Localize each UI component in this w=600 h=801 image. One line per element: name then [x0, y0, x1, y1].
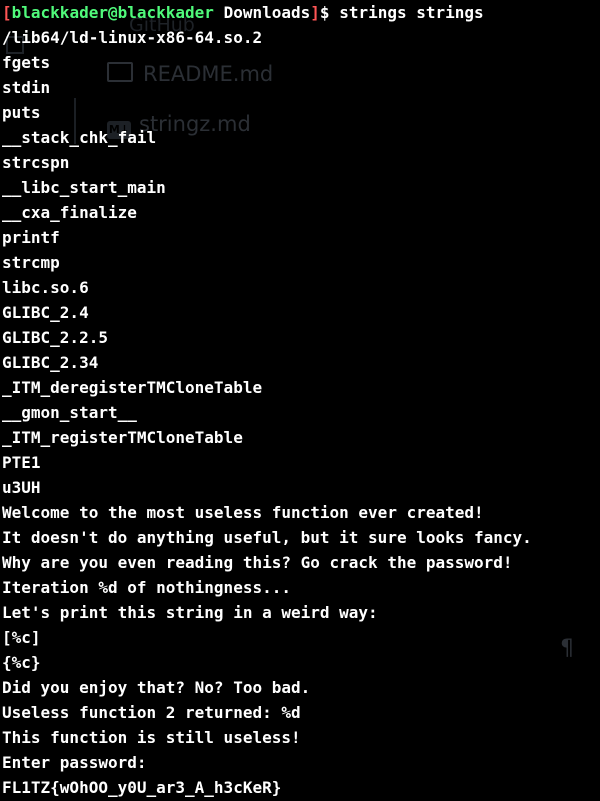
- output-line-flag: FL1TZ{wOhOO_y0U_ar3_A_h3cKeR}: [2, 778, 282, 797]
- output-line: [%c]: [2, 628, 41, 647]
- output-line: GLIBC_2.4: [2, 303, 89, 322]
- prompt-close-bracket: ]: [310, 3, 320, 22]
- output-line: strcmp: [2, 253, 60, 272]
- prompt-line: [blackkader@blackkader Downloads]$ strin…: [2, 0, 532, 25]
- output-line: Why are you even reading this? Go crack …: [2, 553, 513, 572]
- output-line: /lib64/ld-linux-x86-64.so.2: [2, 28, 263, 47]
- prompt-directory: Downloads: [223, 3, 311, 22]
- output-line: strcspn: [2, 153, 70, 172]
- output-line: Iteration %d of nothingness...: [2, 578, 291, 597]
- output-line: __stack_chk_fail: [2, 128, 157, 147]
- output-line: __libc_start_main: [2, 178, 166, 197]
- prompt-user-host: blackkader@blackkader: [11, 3, 214, 22]
- terminal-output[interactable]: [blackkader@blackkader Downloads]$ strin…: [2, 0, 532, 800]
- prompt-command: strings strings: [339, 3, 484, 22]
- output-line: __gmon_start__: [2, 403, 137, 422]
- output-line: printf: [2, 228, 60, 247]
- prompt-open-bracket: [: [2, 3, 12, 22]
- output-line: Useless function 2 returned: %d: [2, 703, 301, 722]
- output-line: Welcome to the most useless function eve…: [2, 503, 484, 522]
- output-line: {%c}: [2, 653, 41, 672]
- output-line: This function is still useless!: [2, 728, 301, 747]
- output-line: __cxa_finalize: [2, 203, 137, 222]
- output-line: _ITM_deregisterTMCloneTable: [2, 378, 263, 397]
- output-line: stdin: [2, 78, 51, 97]
- pilcrow-icon: ¶: [560, 636, 574, 661]
- output-line: _ITM_registerTMCloneTable: [2, 428, 243, 447]
- output-line: Let's print this string in a weird way:: [2, 603, 378, 622]
- output-line: fgets: [2, 53, 51, 72]
- output-line: Enter password:: [2, 753, 147, 772]
- output-line: It doesn't do anything useful, but it su…: [2, 528, 532, 547]
- output-line: u3UH: [2, 478, 41, 497]
- terminal-window[interactable]: GitHub README.md M↓ stringz.md ¶ [blackka…: [0, 0, 600, 801]
- output-line: Did you enjoy that? No? Too bad.: [2, 678, 311, 697]
- prompt-symbol: $: [319, 3, 340, 22]
- output-line: libc.so.6: [2, 278, 89, 297]
- output-line: GLIBC_2.34: [2, 353, 99, 372]
- output-line: puts: [2, 103, 41, 122]
- output-line: PTE1: [2, 453, 41, 472]
- output-line: GLIBC_2.2.5: [2, 328, 108, 347]
